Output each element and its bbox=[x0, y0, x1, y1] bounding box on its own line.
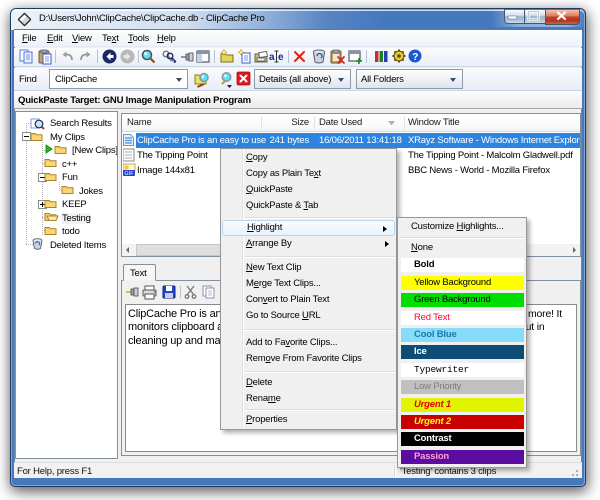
svg-text:GIF: GIF bbox=[124, 171, 134, 177]
svg-text:e: e bbox=[278, 52, 284, 63]
svg-text:a: a bbox=[269, 52, 275, 63]
svg-text:?: ? bbox=[412, 52, 418, 63]
